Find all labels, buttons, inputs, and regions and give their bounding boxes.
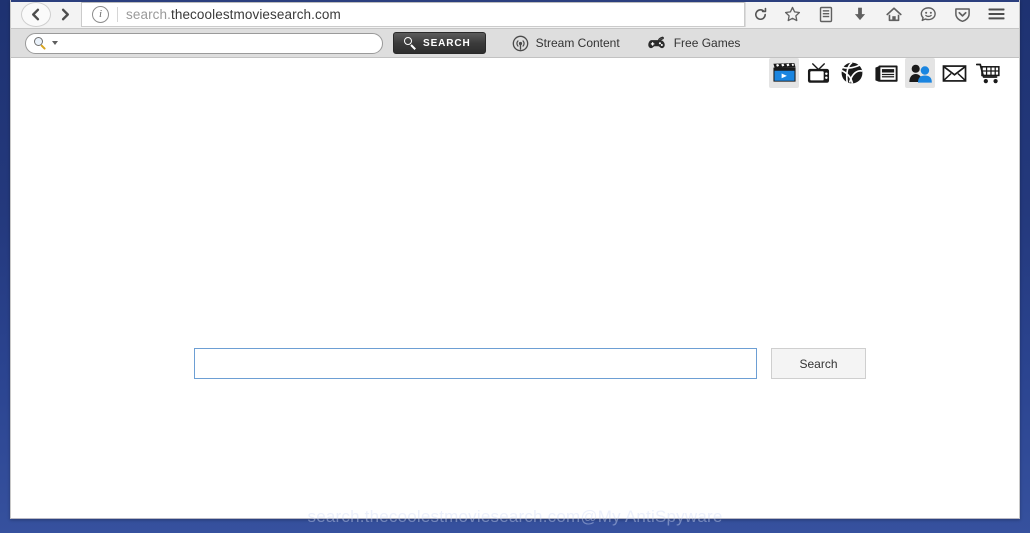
sync-smiley-icon[interactable]: [911, 1, 945, 28]
category-tv-button[interactable]: [803, 58, 833, 88]
category-movies-button[interactable]: [769, 58, 799, 88]
address-bar-url: search.thecoolestmoviesearch.com: [126, 7, 341, 22]
category-mail-button[interactable]: [939, 58, 969, 88]
search-magnifier-icon: [34, 36, 47, 51]
address-bar[interactable]: i search.thecoolestmoviesearch.com: [81, 1, 745, 27]
extension-toolbar: SEARCH Stream Content Free Games: [11, 29, 1019, 58]
site-identity-icon[interactable]: i: [92, 5, 109, 23]
gamepad-icon: [646, 35, 667, 51]
browser-toolbar-icons: [775, 1, 1019, 28]
url-domain: thecoolestmoviesearch.com: [170, 6, 341, 22]
category-social-button[interactable]: [905, 58, 935, 88]
page-content: Search: [11, 58, 1019, 518]
search-engine-chevron-down-icon[interactable]: [52, 41, 58, 45]
pocket-shield-icon[interactable]: [945, 1, 979, 28]
stream-antenna-icon: [512, 35, 529, 52]
extension-search-input[interactable]: [64, 36, 374, 50]
extension-search-field[interactable]: [25, 32, 383, 54]
watermark-text: search.thecoolestmoviesearch.com@My Anti…: [307, 507, 723, 526]
site-identity-glyph: i: [98, 8, 103, 20]
hamburger-menu-icon[interactable]: [979, 1, 1013, 28]
extension-search-button[interactable]: SEARCH: [393, 32, 486, 54]
address-bar-divider: [117, 6, 118, 22]
category-shopping-button[interactable]: [973, 58, 1003, 88]
stream-content-label: Stream Content: [535, 36, 620, 50]
download-icon[interactable]: [843, 1, 877, 28]
library-icon[interactable]: [809, 1, 843, 28]
browser-window: i search.thecoolestmoviesearch.com SEARC…: [10, 0, 1020, 519]
forward-button[interactable]: [51, 2, 77, 27]
category-sports-button[interactable]: [837, 58, 867, 88]
browser-navigation-bar: i search.thecoolestmoviesearch.com: [11, 0, 1019, 29]
home-icon[interactable]: [877, 1, 911, 28]
free-games-label: Free Games: [673, 36, 741, 50]
free-games-link[interactable]: Free Games: [646, 35, 741, 51]
category-icon-bar: [767, 58, 1005, 88]
back-button[interactable]: [21, 1, 51, 27]
main-search-input[interactable]: [194, 348, 757, 379]
search-button-magnifier-icon: [404, 37, 416, 50]
main-search-button[interactable]: Search: [771, 348, 866, 379]
reload-button[interactable]: [745, 1, 775, 27]
category-news-button[interactable]: [871, 58, 901, 88]
main-search-area: Search: [194, 348, 866, 379]
bookmark-star-icon[interactable]: [775, 1, 809, 28]
extension-search-button-label: SEARCH: [423, 37, 471, 49]
url-prefix: search.: [126, 6, 171, 22]
stream-content-link[interactable]: Stream Content: [512, 35, 620, 52]
